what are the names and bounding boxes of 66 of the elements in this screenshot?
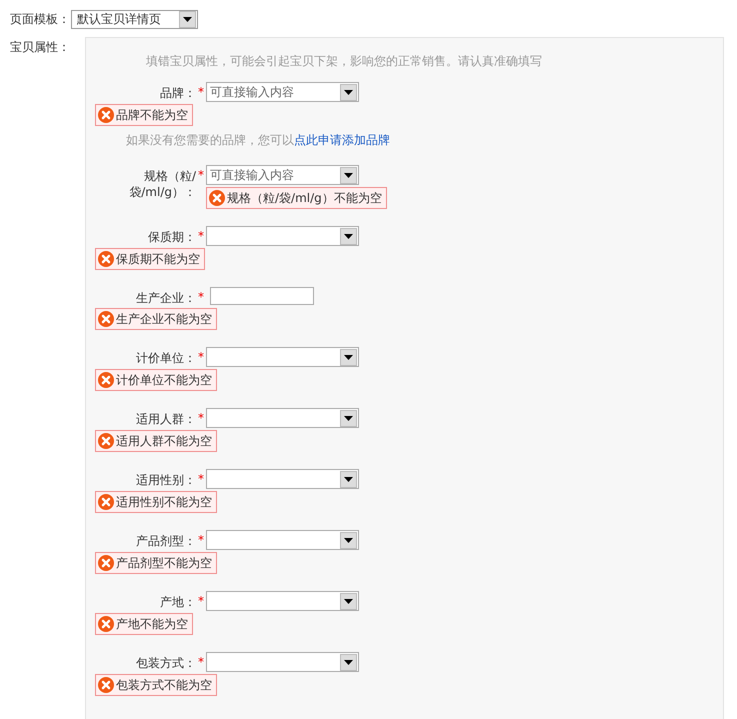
required-mark: * — [197, 532, 205, 549]
error-icon — [98, 107, 114, 123]
required-mark: * — [197, 167, 205, 184]
required-mark: * — [197, 410, 205, 427]
error-message: 包装方式不能为空 — [95, 674, 217, 696]
dropdown-icon[interactable] — [340, 470, 357, 488]
required-mark: * — [197, 593, 205, 610]
field-label: 页面模板： — [10, 11, 71, 28]
error-message: 计价单位不能为空 — [95, 369, 217, 391]
error-icon — [98, 677, 114, 693]
dropdown-icon[interactable] — [340, 592, 357, 610]
required-mark: * — [197, 654, 205, 671]
field-label: 品牌： — [159, 85, 196, 102]
error-icon — [209, 190, 225, 206]
field-label: 生产企业： — [135, 290, 196, 306]
error-message: 适用人群不能为空 — [95, 430, 217, 452]
field-label: 产品剂型： — [135, 533, 196, 550]
dropdown-field[interactable] — [206, 408, 359, 428]
error-message: 品牌不能为空 — [95, 104, 193, 126]
field-label: 产地： — [159, 594, 196, 611]
dropdown-icon[interactable] — [340, 348, 357, 366]
field-label: 规格（粒/袋/ml/g）： — [128, 168, 196, 201]
error-icon — [98, 372, 114, 388]
field-label: 包装方式： — [135, 655, 196, 672]
dropdown-icon[interactable] — [340, 532, 357, 548]
error-message: 产品剂型不能为空 — [95, 552, 217, 574]
dropdown-field[interactable] — [206, 469, 359, 489]
dropdown-field[interactable] — [206, 226, 359, 246]
field-label: 适用性别： — [135, 472, 196, 489]
hint-text: 如果没有您需要的品牌，您可以点此申请添加品牌 — [125, 132, 391, 148]
dropdown-icon[interactable] — [340, 84, 357, 100]
error-message: 生产企业不能为空 — [95, 308, 217, 330]
error-icon — [98, 433, 114, 449]
dropdown-icon[interactable] — [340, 654, 357, 670]
dropdown-field[interactable] — [206, 347, 359, 367]
dropdown-icon[interactable] — [340, 166, 357, 184]
field-label: 宝贝属性： — [10, 39, 71, 56]
error-icon — [98, 555, 114, 571]
dropdown-field[interactable] — [206, 530, 359, 550]
dropdown-icon[interactable] — [340, 410, 357, 426]
input-field[interactable] — [210, 287, 314, 305]
error-message: 保质期不能为空 — [95, 248, 205, 270]
required-mark: * — [197, 349, 205, 366]
error-message: 产地不能为空 — [95, 613, 193, 635]
dropdown-icon[interactable] — [179, 10, 196, 28]
dropdown-icon[interactable] — [340, 228, 357, 244]
field-label: 保质期： — [147, 229, 196, 246]
field-label: 计价单位： — [135, 350, 196, 367]
dropdown-field[interactable]: 可直接输入内容 — [206, 82, 359, 102]
notice-text: 填错宝贝属性，可能会引起宝贝下架，影响您的正常销售。请认真准确填写 — [145, 53, 543, 70]
error-icon — [98, 494, 114, 510]
required-mark: * — [197, 471, 205, 488]
template-select[interactable]: 默认宝贝详情页 — [71, 10, 198, 28]
error-message: 适用性别不能为空 — [95, 491, 217, 513]
required-mark: * — [197, 289, 205, 306]
required-mark: * — [197, 228, 205, 245]
error-icon — [98, 616, 114, 632]
error-icon — [98, 251, 114, 267]
error-message: 规格（粒/袋/ml/g）不能为空 — [206, 187, 387, 209]
add-brand-link[interactable]: 点此申请添加品牌 — [294, 133, 390, 147]
error-icon — [98, 311, 114, 327]
field-label: 适用人群： — [135, 411, 196, 428]
dropdown-field[interactable] — [206, 652, 359, 672]
required-mark: * — [197, 84, 205, 101]
dropdown-field[interactable]: 可直接输入内容 — [206, 165, 359, 185]
dropdown-field[interactable] — [206, 591, 359, 611]
